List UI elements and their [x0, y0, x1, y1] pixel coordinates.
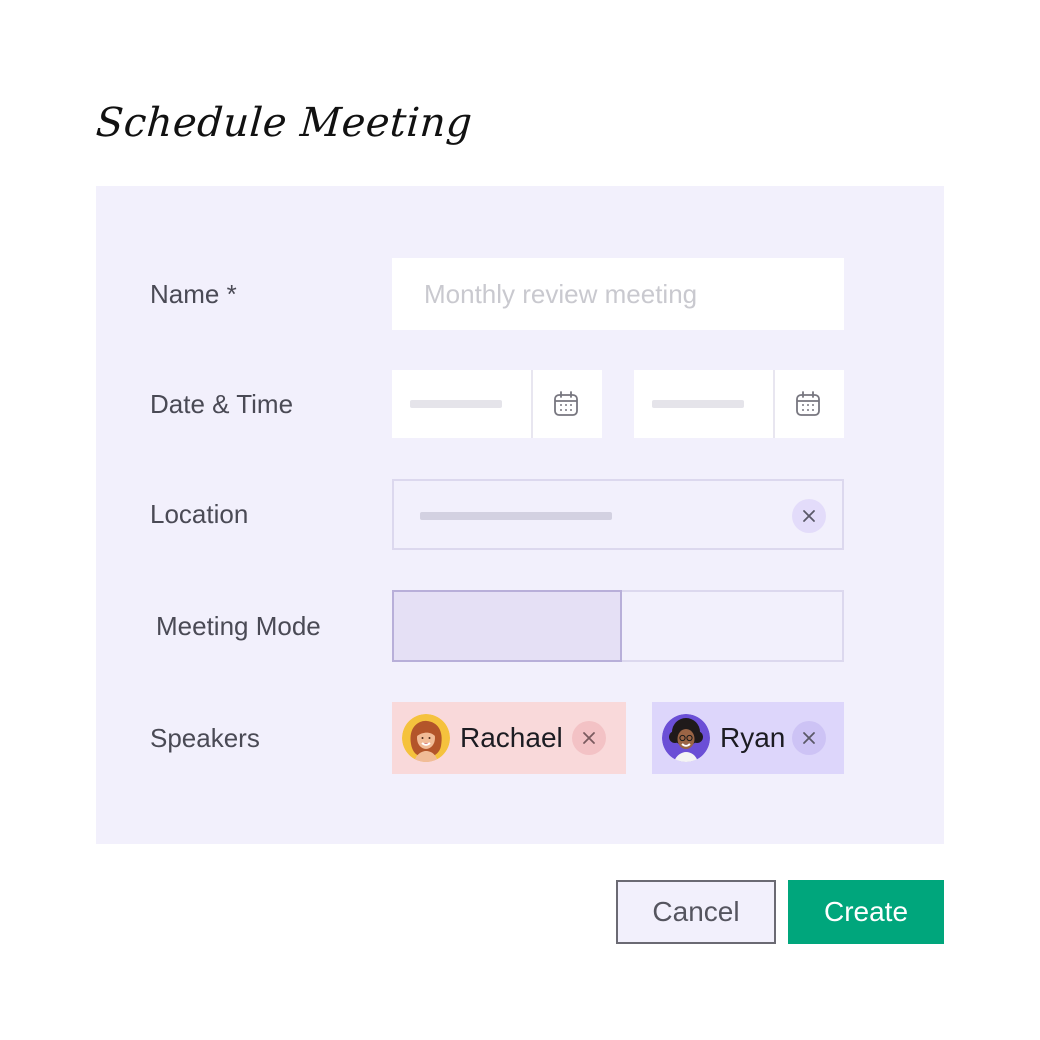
clear-location-button[interactable] — [792, 499, 826, 533]
speaker-chip-rachael[interactable]: Rachael — [392, 702, 626, 774]
remove-speaker-button[interactable] — [792, 721, 826, 755]
location-value-placeholder — [420, 512, 612, 520]
date-value-placeholder — [652, 400, 744, 408]
remove-speaker-button[interactable] — [572, 721, 606, 755]
cancel-button[interactable]: Cancel — [616, 880, 776, 944]
close-icon — [803, 510, 815, 522]
create-button[interactable]: Create — [788, 880, 944, 944]
speakers-label: Speakers — [150, 723, 260, 753]
speaker-name: Rachael — [460, 722, 563, 753]
meeting-mode-label: Meeting Mode — [156, 611, 321, 641]
calendar-icon[interactable] — [552, 390, 580, 418]
speaker-chip-ryan[interactable]: Ryan — [652, 702, 844, 774]
start-date-field[interactable] — [392, 370, 602, 438]
avatar — [402, 714, 450, 762]
meeting-mode-option[interactable] — [622, 592, 842, 660]
date-value-placeholder — [410, 400, 502, 408]
meeting-mode-toggle — [392, 590, 844, 662]
speaker-name: Ryan — [720, 722, 786, 753]
avatar — [662, 714, 710, 762]
datetime-label: Date & Time — [150, 389, 294, 419]
close-icon — [583, 732, 595, 744]
location-field[interactable] — [392, 479, 844, 550]
location-label: Location — [150, 499, 249, 529]
calendar-icon[interactable] — [794, 390, 822, 418]
page-title: Schedule Meeting — [94, 100, 474, 146]
end-date-field[interactable] — [634, 370, 844, 438]
name-input[interactable] — [392, 258, 844, 330]
field-divider — [773, 370, 775, 438]
field-divider — [531, 370, 533, 438]
close-icon — [803, 732, 815, 744]
name-label: Name * — [150, 279, 237, 309]
meeting-mode-option-selected[interactable] — [392, 590, 622, 662]
